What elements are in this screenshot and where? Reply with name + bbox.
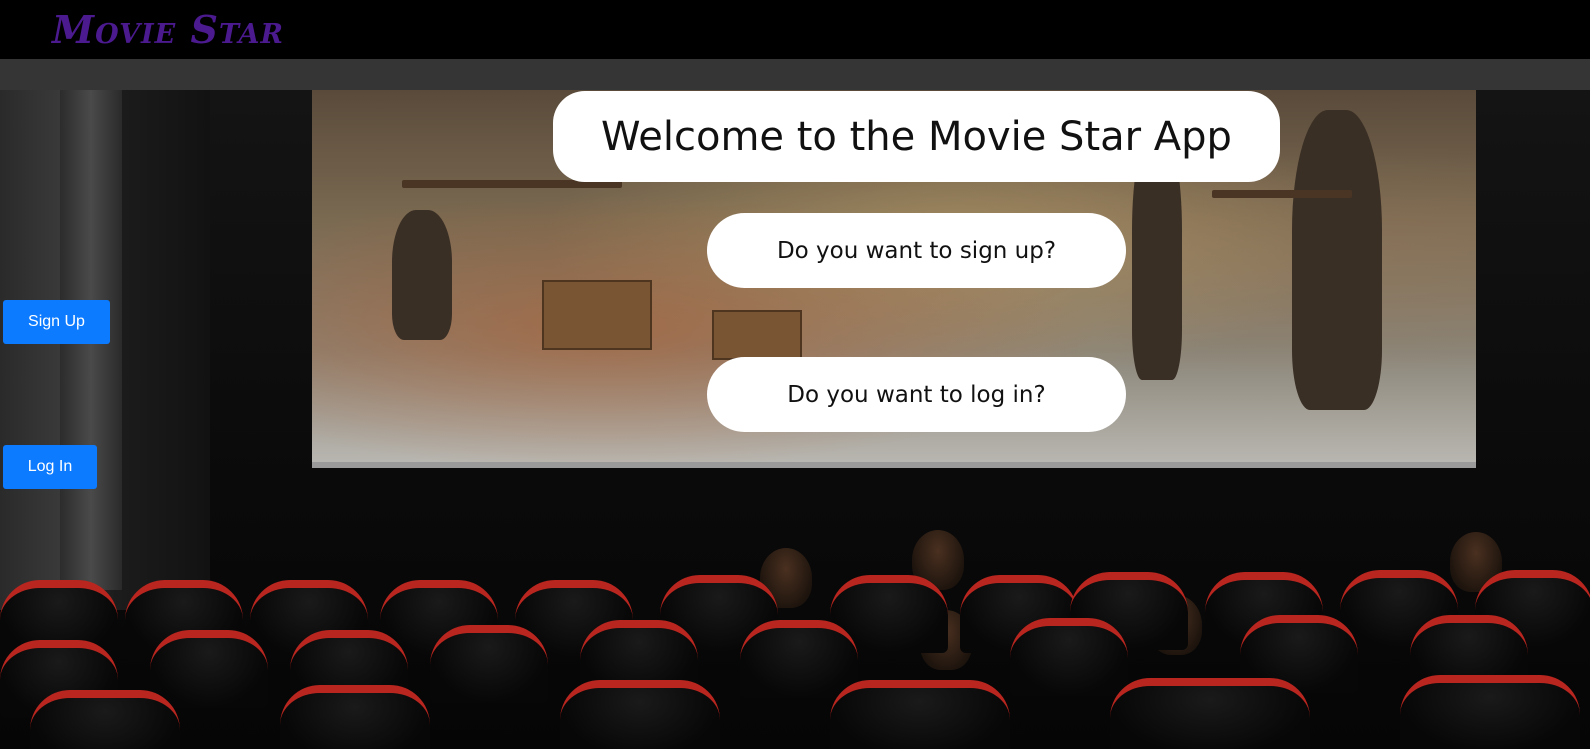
seat <box>280 685 430 749</box>
sign-up-button[interactable]: Sign Up <box>3 300 110 344</box>
seat <box>1010 618 1128 696</box>
signup-prompt: Do you want to sign up? <box>707 213 1126 288</box>
crate <box>542 280 652 350</box>
seat <box>1400 675 1580 749</box>
seat <box>560 680 720 749</box>
seat <box>430 625 548 703</box>
login-prompt: Do you want to log in? <box>707 357 1126 432</box>
top-navbar: Movie Star <box>0 0 1590 59</box>
seat <box>830 680 1010 749</box>
secondary-bar <box>0 59 1590 90</box>
seat <box>1110 678 1310 749</box>
seat <box>150 630 268 708</box>
theater-seats <box>0 530 1590 749</box>
screen-figure <box>1292 110 1382 410</box>
brand-logo[interactable]: Movie Star <box>52 8 284 52</box>
seat <box>30 690 180 749</box>
log-in-button[interactable]: Log In <box>3 445 97 489</box>
seat <box>740 620 858 698</box>
welcome-title: Welcome to the Movie Star App <box>553 91 1280 182</box>
crate <box>712 310 802 360</box>
screen-figure <box>392 210 452 340</box>
shelf <box>1212 190 1352 198</box>
